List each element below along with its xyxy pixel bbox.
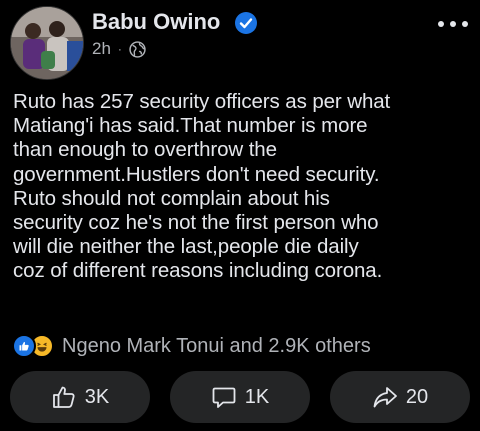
author-name[interactable]: Babu Owino <box>92 9 220 35</box>
like-count: 3K <box>84 385 110 408</box>
share-arrow-icon <box>373 387 397 408</box>
verified-badge-icon <box>235 12 257 34</box>
share-count: 20 <box>405 385 429 408</box>
post-card: Babu Owino 2h · Ruto has 257 security of… <box>0 0 480 431</box>
post-actions: 3K 1K 20 <box>10 371 470 423</box>
more-options-button[interactable] <box>438 14 468 34</box>
post-timestamp[interactable]: 2h <box>92 39 111 59</box>
globe-icon <box>129 40 146 58</box>
comment-button[interactable]: 1K <box>170 371 310 423</box>
more-dot <box>462 21 468 27</box>
reactions-summary-text: Ngeno Mark Tonui and 2.9K others <box>62 334 371 357</box>
meta-separator: · <box>117 42 122 56</box>
reactions-summary[interactable]: Ngeno Mark Tonui and 2.9K others <box>12 334 371 358</box>
like-icon <box>12 334 36 358</box>
post-meta: 2h · <box>92 39 146 59</box>
like-button[interactable]: 3K <box>10 371 150 423</box>
share-button[interactable]: 20 <box>330 371 470 423</box>
thumbs-up-icon <box>52 386 75 408</box>
more-dots-icon <box>438 21 444 27</box>
post-body-text: Ruto has 257 security officers as per wh… <box>13 90 391 283</box>
more-dot <box>450 21 456 27</box>
avatar-photo <box>11 7 83 79</box>
comment-count: 1K <box>244 385 270 408</box>
author-avatar[interactable] <box>10 6 84 80</box>
comment-bubble-icon <box>212 387 236 408</box>
